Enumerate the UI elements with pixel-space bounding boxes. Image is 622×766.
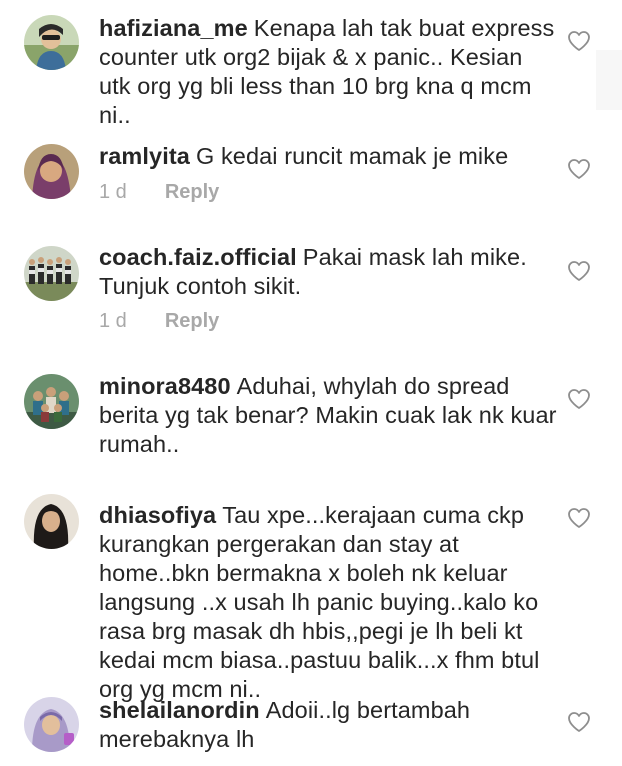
avatar[interactable] xyxy=(24,494,79,549)
comment-username[interactable]: hafiziana_me xyxy=(99,15,248,41)
like-button[interactable] xyxy=(567,507,591,529)
comment-username[interactable]: shelailanordin xyxy=(99,697,260,723)
user-avatar-shelailanordin-icon xyxy=(24,697,79,752)
avatar[interactable] xyxy=(24,697,79,752)
heart-outline-icon xyxy=(568,389,590,409)
comment-body: Tau xpe...kerajaan cuma ckp kurangkan pe… xyxy=(99,502,540,702)
like-button[interactable] xyxy=(567,388,591,410)
user-avatar-hafiziana-icon xyxy=(24,15,79,70)
comment-timestamp: 1 d xyxy=(99,181,127,203)
reply-button[interactable]: Reply xyxy=(165,181,219,203)
comment-text: ramlyita G kedai runcit mamak je mike xyxy=(99,142,559,171)
like-button[interactable] xyxy=(567,30,591,52)
heart-outline-icon xyxy=(568,508,590,528)
avatar[interactable] xyxy=(24,15,79,70)
comment-username[interactable]: dhiasofiya xyxy=(99,502,216,528)
comment-text: coach.faiz.official Pakai mask lah mike. … xyxy=(99,243,559,301)
comment-body: G kedai runcit mamak je mike xyxy=(195,143,509,169)
avatar[interactable] xyxy=(24,246,79,301)
comment-meta: 1 d Reply xyxy=(99,309,219,333)
user-avatar-minora-icon xyxy=(24,374,79,429)
heart-outline-icon xyxy=(568,712,590,732)
heart-outline-icon xyxy=(568,261,590,281)
comment-timestamp: 1 d xyxy=(99,310,127,332)
reply-button[interactable]: Reply xyxy=(165,310,219,332)
scrollbar-track xyxy=(596,50,622,110)
like-button[interactable] xyxy=(567,158,591,180)
like-button[interactable] xyxy=(567,711,591,733)
comment-username[interactable]: coach.faiz.official xyxy=(99,244,297,270)
comment-username[interactable]: ramlyita xyxy=(99,143,190,169)
user-avatar-dhiasofiya-icon xyxy=(24,494,79,549)
comment-meta: 1 d Reply xyxy=(99,180,219,204)
like-button[interactable] xyxy=(567,260,591,282)
comment-username[interactable]: minora8480 xyxy=(99,373,231,399)
user-avatar-coach-faiz-icon xyxy=(24,246,79,301)
heart-outline-icon xyxy=(568,159,590,179)
comment-text: dhiasofiya Tau xpe...kerajaan cuma ckp ku… xyxy=(99,501,559,704)
comment-text: hafiziana_me Kenapa lah tak buat express … xyxy=(99,14,559,130)
heart-outline-icon xyxy=(568,31,590,51)
avatar[interactable] xyxy=(24,144,79,199)
avatar[interactable] xyxy=(24,374,79,429)
comment-text: minora8480 Aduhai, whylah do spread berit… xyxy=(99,372,559,459)
comment-text: shelailanordin Adoii..lg bertambah mereba… xyxy=(99,696,559,754)
user-avatar-ramlyita-icon xyxy=(24,144,79,199)
